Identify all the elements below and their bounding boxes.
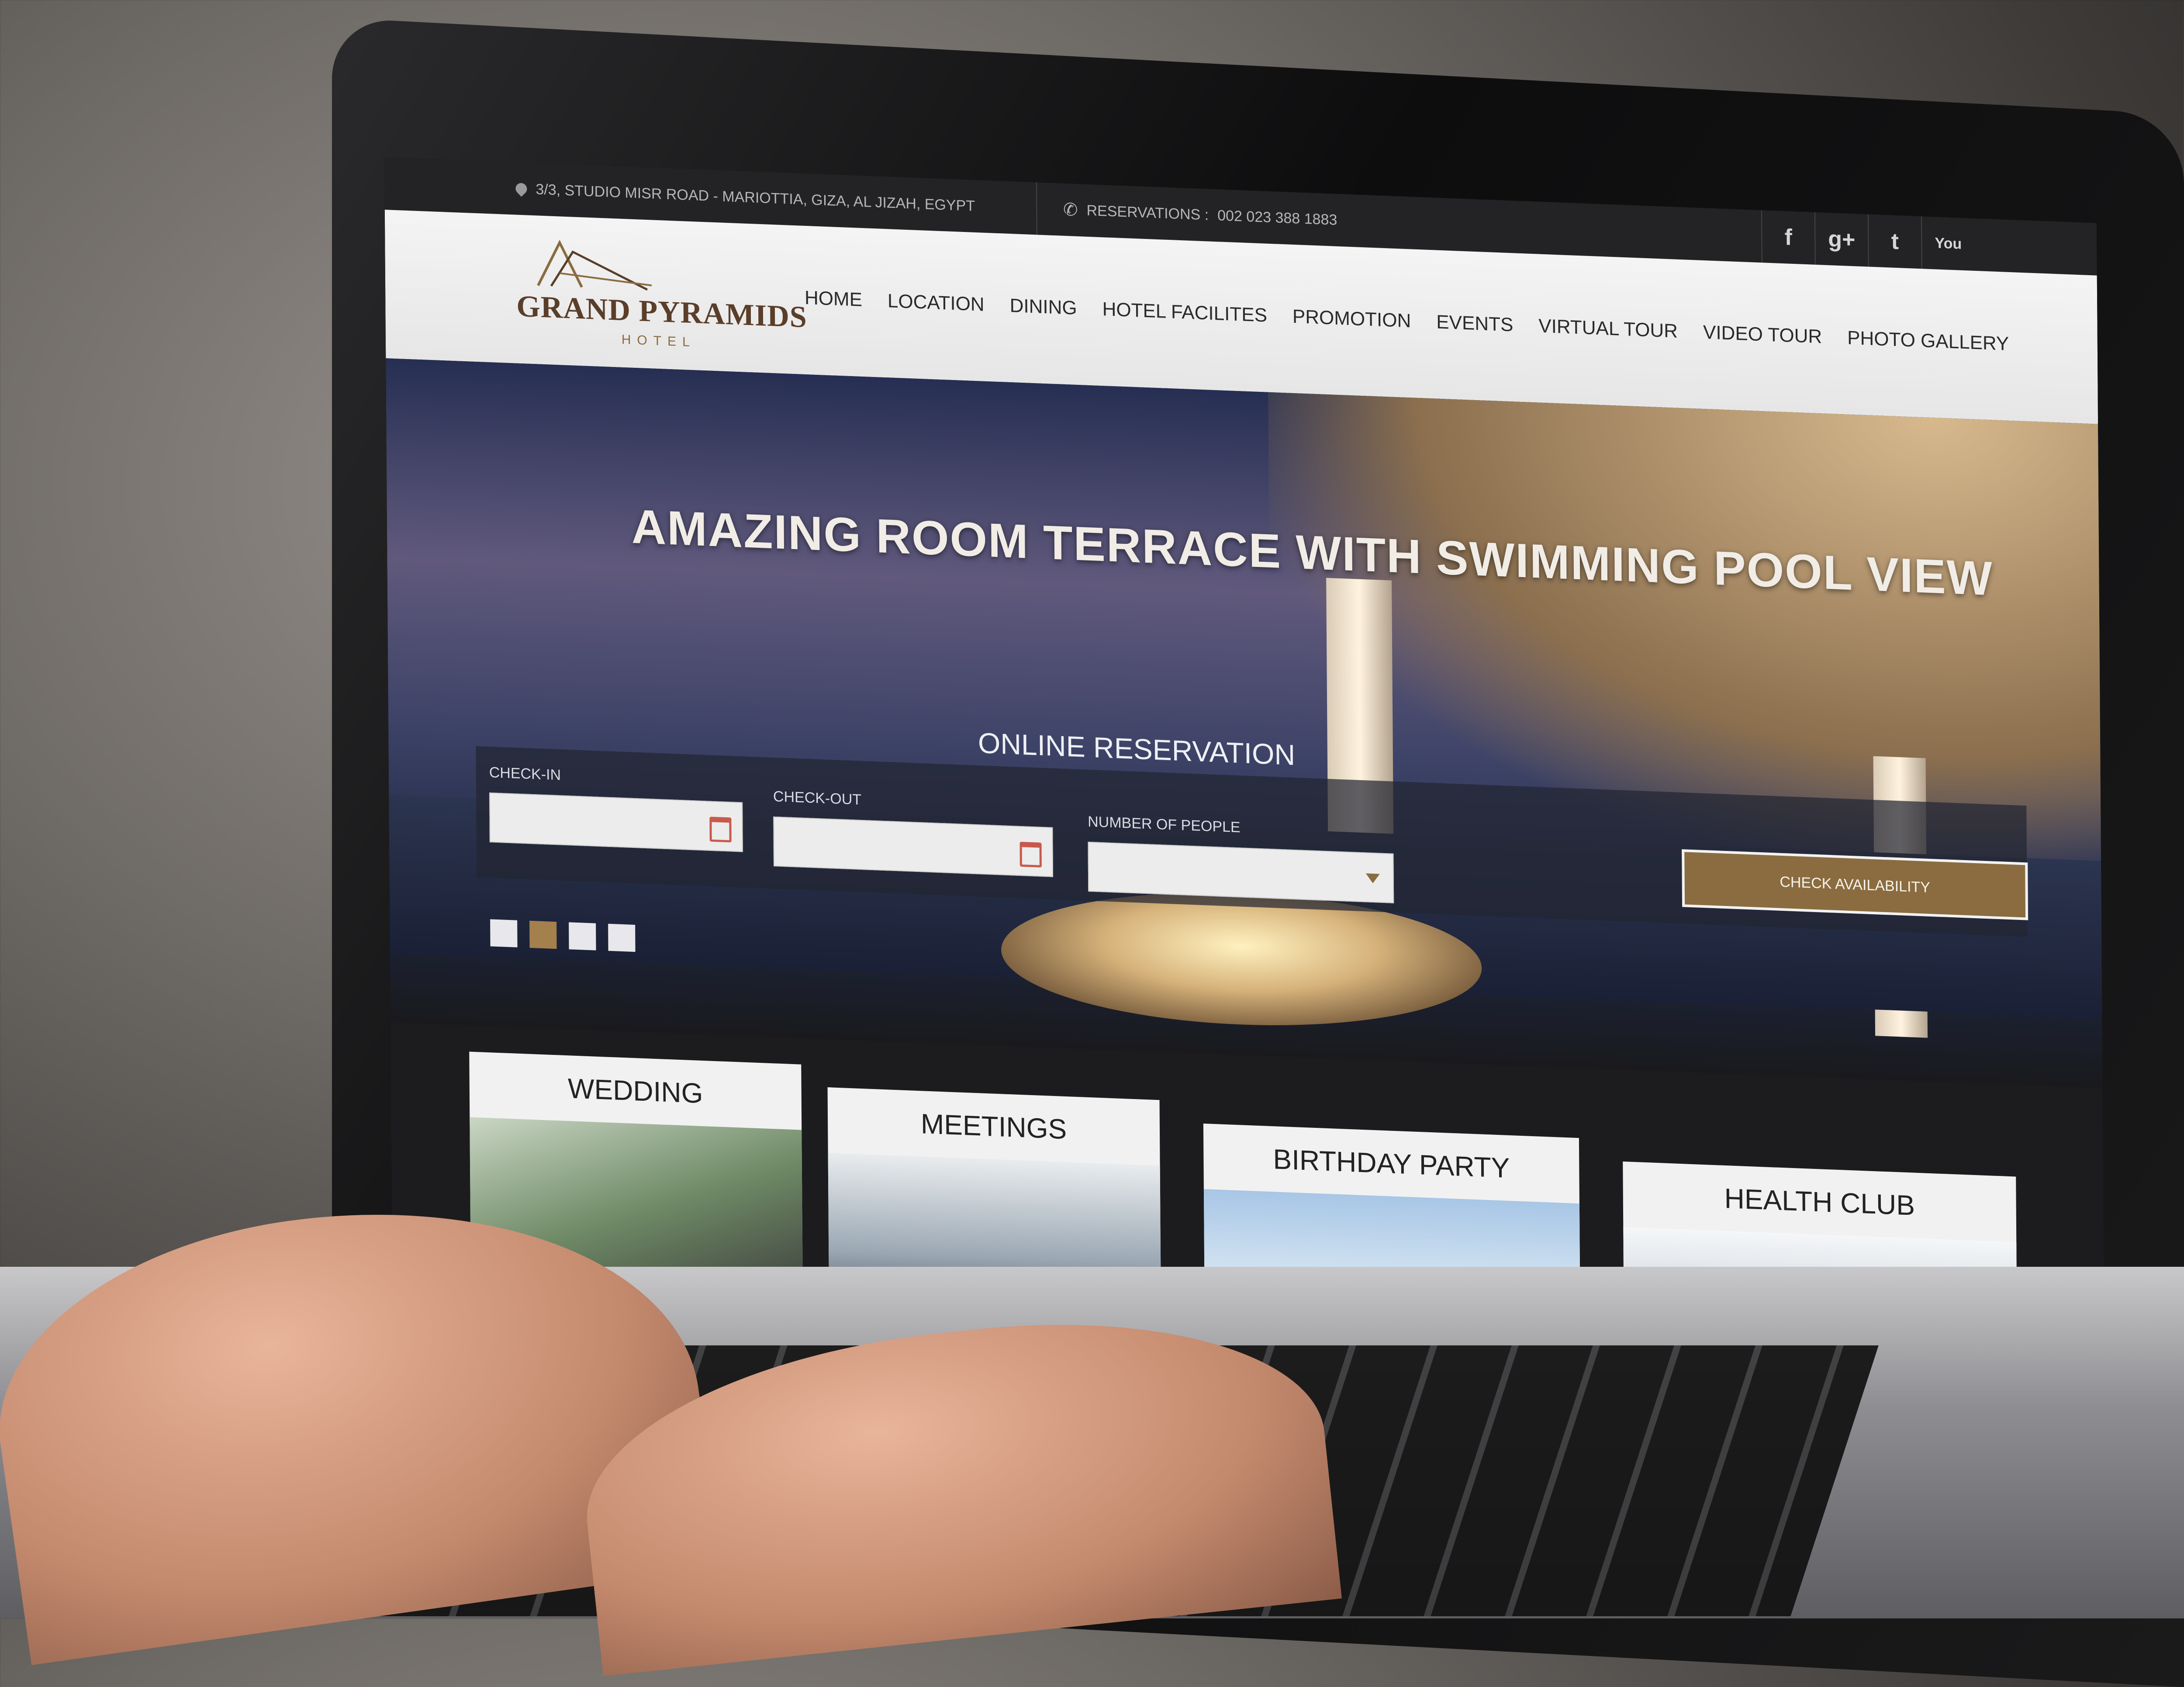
phone-label: RESERVATIONS : <box>1086 202 1209 224</box>
phone-number[interactable]: 002 023 388 1883 <box>1217 207 1337 229</box>
slide-dot-active[interactable] <box>529 920 557 949</box>
nav-home[interactable]: HOME <box>805 287 862 311</box>
logo-name: GRAND PYRAMIDS <box>516 289 807 335</box>
nav-hotel-facilities[interactable]: HOTEL FACILITES <box>1102 298 1267 327</box>
nav-virtual-tour[interactable]: VIRTUAL TOUR <box>1538 315 1678 342</box>
people-label: NUMBER OF PEOPLE <box>1088 813 1241 836</box>
checkin-input[interactable] <box>489 792 743 852</box>
twitter-icon[interactable]: t <box>1867 214 1921 269</box>
phone-icon: ✆ <box>1063 200 1078 220</box>
dropdown-arrow-icon[interactable] <box>1365 873 1380 884</box>
slide-dot[interactable] <box>569 922 596 951</box>
card-title: WEDDING <box>567 1072 703 1110</box>
logo-subtitle: HOTEL <box>621 332 696 350</box>
facebook-icon[interactable]: f <box>1761 210 1815 265</box>
slider-pagination <box>490 919 636 952</box>
checkin-field: CHECK-IN <box>489 764 743 852</box>
address-text: 3/3, STUDIO MISR ROAD - MARIOTTIA, GIZA,… <box>536 180 975 214</box>
main-nav: HOME LOCATION DINING HOTEL FACILITES PRO… <box>805 287 2009 355</box>
checkin-label: CHECK-IN <box>489 764 561 784</box>
people-field: NUMBER OF PEOPLE <box>1088 813 1394 903</box>
nav-events[interactable]: EVENTS <box>1436 311 1513 336</box>
checkout-label: CHECK-OUT <box>773 788 862 809</box>
checkout-field: CHECK-OUT <box>773 788 1054 877</box>
calendar-icon[interactable] <box>709 816 732 843</box>
nav-promotion[interactable]: PROMOTION <box>1292 306 1411 332</box>
nav-dining[interactable]: DINING <box>1009 295 1077 319</box>
nav-photo-gallery[interactable]: PHOTO GALLERY <box>1847 327 2009 355</box>
google-plus-icon[interactable]: g+ <box>1814 212 1868 267</box>
slide-dot[interactable] <box>490 919 518 947</box>
calendar-icon[interactable] <box>1019 841 1042 868</box>
social-links: f g+ t You <box>1761 210 1975 271</box>
hotel-logo[interactable]: GRAND PYRAMIDS HOTEL <box>516 232 807 353</box>
pyramid-logo-icon <box>537 239 652 291</box>
nav-location[interactable]: LOCATION <box>888 290 985 316</box>
hero-slider: AMAZING ROOM TERRACE WITH SWIMMING POOL … <box>386 358 2103 1089</box>
youtube-icon[interactable]: You <box>1921 216 1975 271</box>
slide-dot[interactable] <box>608 923 636 952</box>
nav-video-tour[interactable]: VIDEO TOUR <box>1703 321 1822 348</box>
reservation-title: ONLINE RESERVATION <box>978 726 1296 771</box>
checkout-input[interactable] <box>773 816 1054 877</box>
people-select[interactable] <box>1088 841 1394 903</box>
location-pin-icon <box>513 180 529 197</box>
card-title: MEETINGS <box>920 1108 1067 1145</box>
address: 3/3, STUDIO MISR ROAD - MARIOTTIA, GIZA,… <box>513 180 975 214</box>
